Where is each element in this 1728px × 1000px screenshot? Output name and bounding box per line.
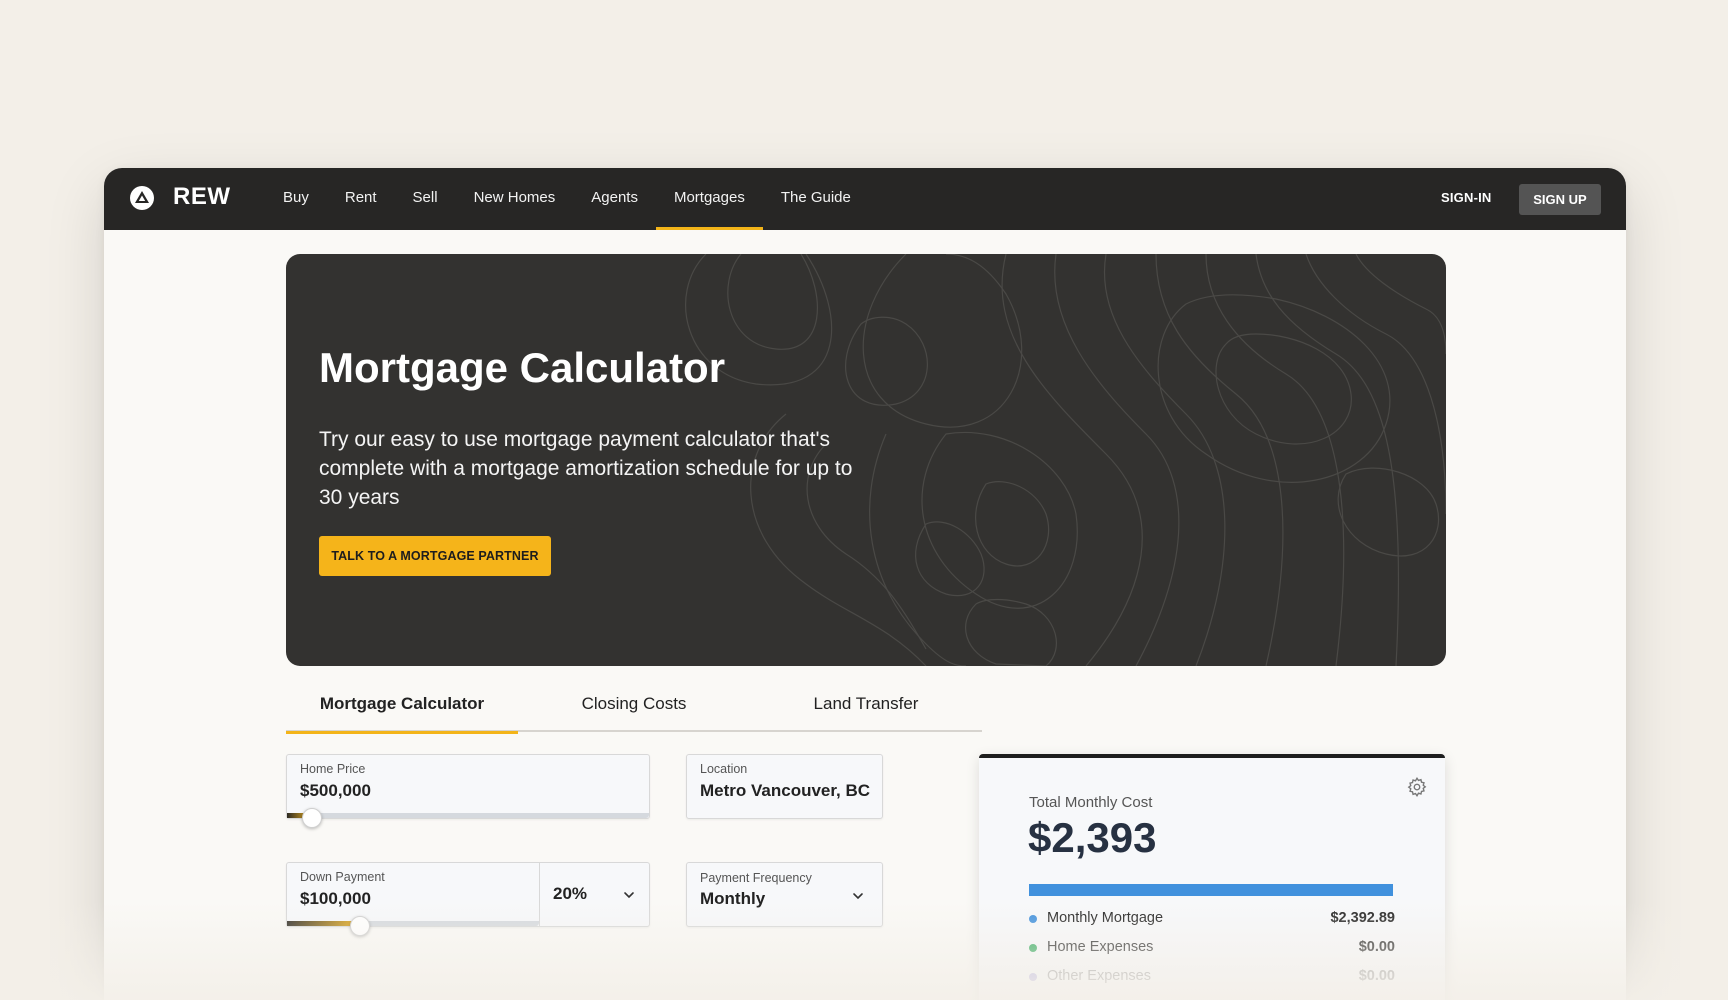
sign-in-link[interactable]: SIGN-IN <box>1441 190 1492 205</box>
home-price-label: Home Price <box>300 762 366 776</box>
down-payment-field[interactable]: Down Payment $100,000 20% <box>286 862 650 936</box>
page-title: Mortgage Calculator <box>319 344 726 391</box>
down-payment-label: Down Payment <box>300 870 385 884</box>
tab-mortgage-calculator[interactable]: Mortgage Calculator <box>286 680 518 734</box>
down-payment-slider-track[interactable] <box>287 921 539 926</box>
total-monthly-cost-value: $2,393 <box>1028 814 1157 861</box>
tab-closing-costs[interactable]: Closing Costs <box>518 680 750 732</box>
location-label: Location <box>700 762 748 776</box>
nav-link-the-guide[interactable]: The Guide <box>763 168 869 230</box>
home-price-slider-track[interactable] <box>287 813 649 818</box>
cost-row-label: Monthly Mortgage <box>1047 910 1164 926</box>
sign-up-button[interactable]: SIGN UP <box>1519 184 1601 215</box>
hero-banner: Mortgage Calculator Try our easy to use … <box>286 254 1446 666</box>
nav-links: Buy Rent Sell New Homes Agents Mortgages… <box>265 168 869 230</box>
legend-dot <box>1029 973 1037 981</box>
brand-logo-text[interactable]: REW <box>173 183 231 211</box>
nav-link-new-homes[interactable]: New Homes <box>456 168 574 230</box>
home-price-slider-thumb[interactable] <box>302 808 322 828</box>
calculator-tabs: Mortgage Calculator Closing Costs Land T… <box>286 680 982 734</box>
nav-link-buy[interactable]: Buy <box>265 168 327 230</box>
talk-to-mortgage-partner-button[interactable]: TALK TO A MORTGAGE PARTNER <box>319 536 551 576</box>
down-payment-divider <box>539 863 540 926</box>
down-payment-value[interactable]: $100,000 <box>300 889 371 909</box>
legend-dot <box>1029 915 1037 923</box>
home-price-field[interactable]: Home Price $500,000 <box>286 754 650 828</box>
nav-link-sell[interactable]: Sell <box>395 168 456 230</box>
gear-icon[interactable] <box>1406 776 1428 798</box>
location-field[interactable]: Location Metro Vancouver, BC <box>686 754 883 819</box>
payment-frequency-field[interactable]: Payment Frequency Monthly <box>686 862 883 927</box>
cost-breakdown-bar-fill <box>1029 884 1393 896</box>
rew-logo-icon[interactable] <box>129 185 155 211</box>
tab-land-transfer[interactable]: Land Transfer <box>750 680 982 732</box>
cost-row-amount: $2,392.89 <box>1330 910 1395 926</box>
top-navbar: REW Buy Rent Sell New Homes Agents Mortg… <box>104 168 1626 230</box>
payment-frequency-label: Payment Frequency <box>700 871 812 885</box>
monthly-cost-summary: Total Monthly Cost $2,393 Monthly Mortga… <box>979 754 1445 1000</box>
cost-row-other-expenses: Other Expenses $0.00 <box>1029 966 1395 988</box>
nav-link-rent[interactable]: Rent <box>327 168 395 230</box>
nav-link-mortgages[interactable]: Mortgages <box>655 168 763 230</box>
nav-link-agents[interactable]: Agents <box>573 168 656 230</box>
total-monthly-cost-label: Total Monthly Cost <box>1029 794 1153 811</box>
cost-row-amount: $0.00 <box>1358 939 1395 955</box>
cost-row-monthly-mortgage: Monthly Mortgage $2,392.89 <box>1029 908 1395 930</box>
payment-frequency-value[interactable]: Monthly <box>700 889 765 909</box>
legend-dot <box>1029 944 1037 952</box>
down-payment-percent-select[interactable]: 20% <box>553 884 587 904</box>
cost-row-label: Home Expenses <box>1047 939 1154 955</box>
cost-row-amount: $0.00 <box>1358 968 1395 984</box>
browser-window: REW Buy Rent Sell New Homes Agents Mortg… <box>104 168 1626 1000</box>
location-value[interactable]: Metro Vancouver, BC <box>700 781 870 801</box>
cost-row-label: Other Expenses <box>1047 968 1151 984</box>
cost-row-home-expenses: Home Expenses $0.00 <box>1029 937 1395 959</box>
down-payment-slider-thumb[interactable] <box>350 916 370 936</box>
hero-subtitle: Try our easy to use mortgage payment cal… <box>319 428 853 509</box>
chevron-down-icon[interactable] <box>622 888 636 902</box>
cost-breakdown-bar <box>1029 884 1393 896</box>
chevron-down-icon[interactable] <box>851 889 865 903</box>
home-price-value[interactable]: $500,000 <box>300 781 371 801</box>
